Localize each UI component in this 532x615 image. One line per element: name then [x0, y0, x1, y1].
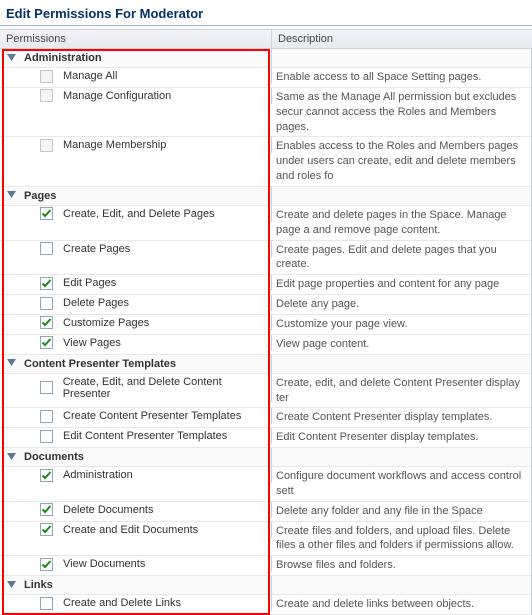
category-label: Pages: [20, 188, 60, 204]
checkbox-delete-documents[interactable]: [40, 503, 53, 516]
checkbox-administration[interactable]: [40, 469, 53, 482]
permission-row-edit-content-presenter-templates: Edit Content Presenter Templates Edit Con…: [0, 428, 531, 448]
permission-row-delete-documents: Delete Documents Delete any folder and an…: [0, 502, 531, 522]
page-title: Edit Permissions For Moderator: [0, 0, 532, 23]
permission-desc: View page content.: [272, 335, 531, 354]
category-label: Documents: [20, 449, 88, 465]
checkbox-manage-membership: [40, 139, 53, 152]
permission-row-view-pages: View Pages View page content.: [0, 335, 531, 355]
permission-desc: Edit page properties and content for any…: [272, 275, 531, 294]
permission-desc: Delete any folder and any file in the Sp…: [272, 502, 531, 521]
category-row-links: Links: [0, 576, 531, 595]
category-label: Content Presenter Templates: [20, 356, 180, 372]
checkbox-customize-pages[interactable]: [40, 316, 53, 329]
permission-desc: Create files and folders, and upload fil…: [272, 522, 531, 556]
table-header: Permissions Description: [0, 29, 532, 49]
permission-label: Create Content Presenter Templates: [59, 408, 245, 424]
checkbox-manage-configuration: [40, 89, 53, 102]
permission-desc: Create pages. Edit and delete pages that…: [272, 241, 531, 275]
expand-toggle-icon[interactable]: [4, 357, 18, 371]
permission-desc: Create Content Presenter display templat…: [272, 408, 531, 427]
permission-desc: Configure document workflows and access …: [272, 467, 531, 501]
permission-row-manage-membership: Manage Membership Enables access to the R…: [0, 137, 531, 187]
header-description: Description: [272, 30, 532, 48]
permission-label: Manage Membership: [59, 137, 170, 153]
permission-label: Delete Pages: [59, 295, 133, 311]
expand-toggle-icon[interactable]: [4, 51, 18, 65]
permission-desc: Browse files and folders.: [272, 556, 531, 575]
category-row-documents: Documents: [0, 448, 531, 467]
permission-label: Create, Edit, and Delete Content Present…: [59, 374, 271, 402]
permission-label: Administration: [59, 467, 137, 483]
divider: [0, 25, 532, 26]
header-permissions: Permissions: [0, 30, 272, 48]
checkbox-delete-pages[interactable]: [40, 297, 53, 310]
permission-label: Edit Content Presenter Templates: [59, 428, 231, 444]
category-label: Administration: [20, 50, 106, 66]
checkbox-manage-all: [40, 70, 53, 83]
permission-label: Customize Pages: [59, 315, 153, 331]
checkbox-create-edit-and-delete-content-presenter[interactable]: [40, 381, 53, 394]
category-row-pages: Pages: [0, 187, 531, 206]
checkbox-create-and-delete-links[interactable]: [40, 597, 53, 610]
permission-row-delete-pages: Delete Pages Delete any page.: [0, 295, 531, 315]
checkbox-create-and-edit-documents[interactable]: [40, 523, 53, 536]
permission-label: Create Pages: [59, 241, 134, 257]
checkbox-edit-content-presenter-templates[interactable]: [40, 430, 53, 443]
permission-label: Manage Configuration: [59, 88, 175, 104]
permission-row-customize-pages: Customize Pages Customize your page view.: [0, 315, 531, 335]
permission-desc: Edit Content Presenter display templates…: [272, 428, 531, 447]
expand-toggle-icon[interactable]: [4, 578, 18, 592]
permission-label: Create, Edit, and Delete Pages: [59, 206, 219, 222]
permission-desc: Customize your page view.: [272, 315, 531, 334]
checkbox-view-documents[interactable]: [40, 558, 53, 571]
category-desc: [272, 187, 531, 191]
permission-row-create-edit-and-delete-content-presenter: Create, Edit, and Delete Content Present…: [0, 374, 531, 409]
permission-desc: Create and delete links between objects.: [272, 595, 531, 614]
permission-row-edit-pages: Edit Pages Edit page properties and conte…: [0, 275, 531, 295]
permission-row-administration: Administration Configure document workflo…: [0, 467, 531, 502]
permission-row-create-content-presenter-templates: Create Content Presenter Templates Create…: [0, 408, 531, 428]
permission-label: Edit Pages: [59, 275, 120, 291]
permission-label: Create and Edit Documents: [59, 522, 202, 538]
permission-row-create-and-edit-documents: Create and Edit Documents Create files an…: [0, 522, 531, 557]
permission-desc: Enable access to all Space Setting pages…: [272, 68, 531, 87]
checkbox-create-pages[interactable]: [40, 242, 53, 255]
permission-desc: Enables access to the Roles and Members …: [272, 137, 531, 186]
permission-row-create-edit-and-delete-pages: Create, Edit, and Delete Pages Create and…: [0, 206, 531, 241]
category-label: Links: [20, 577, 57, 593]
checkbox-create-edit-and-delete-pages[interactable]: [40, 207, 53, 220]
category-row-content-presenter-templates: Content Presenter Templates: [0, 355, 531, 374]
permission-label: Delete Documents: [59, 502, 158, 518]
permission-row-create-and-delete-links: Create and Delete Links Create and delete…: [0, 595, 531, 615]
permission-row-create-pages: Create Pages Create pages. Edit and delet…: [0, 241, 531, 276]
checkbox-view-pages[interactable]: [40, 336, 53, 349]
permission-label: View Documents: [59, 556, 149, 572]
permission-desc: Delete any page.: [272, 295, 531, 314]
expand-toggle-icon[interactable]: [4, 189, 18, 203]
permission-row-manage-all: Manage All Enable access to all Space Set…: [0, 68, 531, 88]
category-desc: [272, 448, 531, 452]
expand-toggle-icon[interactable]: [4, 450, 18, 464]
permission-label: View Pages: [59, 335, 125, 351]
permissions-grid: Administration Manage All Enable access to…: [0, 49, 532, 615]
permission-row-view-documents: View Documents Browse files and folders.: [0, 556, 531, 576]
permission-desc: Create and delete pages in the Space. Ma…: [272, 206, 531, 240]
category-row-administration: Administration: [0, 49, 531, 68]
permission-row-manage-configuration: Manage Configuration Same as the Manage A…: [0, 88, 531, 138]
category-desc: [272, 49, 531, 53]
permission-label: Create and Delete Links: [59, 595, 185, 611]
permission-desc: Same as the Manage All permission but ex…: [272, 88, 531, 137]
checkbox-edit-pages[interactable]: [40, 277, 53, 290]
checkbox-create-content-presenter-templates[interactable]: [40, 410, 53, 423]
category-desc: [272, 576, 531, 580]
permission-label: Manage All: [59, 68, 121, 84]
category-desc: [272, 355, 531, 359]
permission-desc: Create, edit, and delete Content Present…: [272, 374, 531, 408]
